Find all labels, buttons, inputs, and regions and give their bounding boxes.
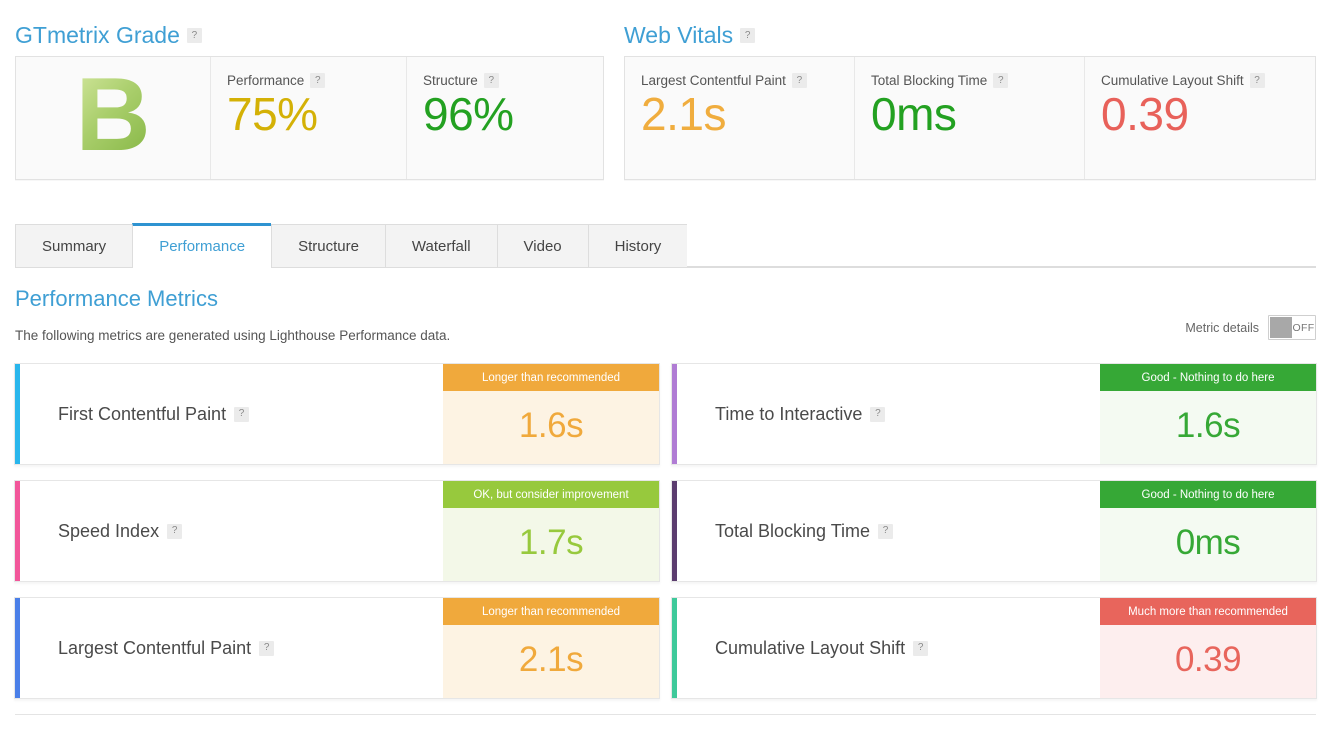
- page-title: Performance Metrics: [15, 286, 218, 311]
- tab-summary[interactable]: Summary: [15, 224, 133, 267]
- tab-history[interactable]: History: [587, 224, 688, 267]
- metric-value: 1.7s: [518, 523, 584, 562]
- toggle-knob: [1270, 317, 1292, 338]
- metric-result: OK, but consider improvement 1.7s: [443, 481, 659, 581]
- metric-label: First Contentful Paint: [58, 403, 227, 424]
- status-badge: Longer than recommended: [443, 598, 659, 625]
- metric-value: 1.6s: [518, 406, 584, 445]
- grade-letter-cell: B: [16, 57, 211, 179]
- metric-value: 1.6s: [1175, 406, 1241, 445]
- structure-score-cell: Structure ? 96%: [407, 57, 603, 179]
- help-icon[interactable]: ?: [167, 523, 183, 539]
- metric-details-toggle-wrap: Metric details OFF: [1185, 315, 1316, 340]
- gtmetrix-grade-heading: GTmetrix Grade ?: [15, 24, 202, 47]
- metric-label-row: Speed Index?: [20, 481, 443, 581]
- cls-vital-label-row: Cumulative Layout Shift ?: [1101, 73, 1315, 88]
- help-icon[interactable]: ?: [913, 640, 929, 656]
- performance-score-label-row: Performance ?: [227, 73, 406, 88]
- structure-score-label-row: Structure ?: [423, 73, 603, 88]
- scores-row: GTmetrix Grade ? Web Vitals ? B Performa…: [0, 24, 1331, 190]
- tab-bar-filler: [687, 224, 1316, 267]
- report-tabs: Summary Performance Structure Waterfall Vide…: [15, 223, 1316, 268]
- performance-metric-cards: First Contentful Paint? Longer than recom…: [14, 363, 1317, 699]
- metric-label-row: Cumulative Layout Shift?: [677, 598, 1100, 698]
- web-vitals-panel: Largest Contentful Paint ? 2.1s Total Bl…: [624, 56, 1316, 180]
- web-vitals-title: Web Vitals: [624, 22, 734, 48]
- web-vitals-heading: Web Vitals ?: [624, 22, 756, 48]
- metric-label: Cumulative Layout Shift: [715, 637, 906, 658]
- help-icon[interactable]: ?: [483, 73, 499, 88]
- metric-result: Longer than recommended 2.1s: [443, 598, 659, 698]
- metric-card-cumulative-layout-shift[interactable]: Cumulative Layout Shift? Much more than r…: [671, 597, 1317, 699]
- tbt-vital-value: 0ms: [871, 88, 957, 140]
- status-badge: Much more than recommended: [1100, 598, 1316, 625]
- help-icon[interactable]: ?: [870, 406, 886, 422]
- status-badge: OK, but consider improvement: [443, 481, 659, 508]
- metric-card-largest-contentful-paint[interactable]: Largest Contentful Paint? Longer than rec…: [14, 597, 660, 699]
- tab-video[interactable]: Video: [496, 224, 588, 267]
- help-icon[interactable]: ?: [740, 28, 756, 43]
- performance-metrics-description: The following metrics are generated usin…: [15, 328, 451, 343]
- metric-card-first-contentful-paint[interactable]: First Contentful Paint? Longer than recom…: [14, 363, 660, 465]
- cls-vital-value: 0.39: [1101, 88, 1189, 140]
- lcp-vital-label: Largest Contentful Paint: [641, 73, 786, 88]
- metric-card-time-to-interactive[interactable]: Time to Interactive? Good - Nothing to do…: [671, 363, 1317, 465]
- tab-waterfall[interactable]: Waterfall: [384, 224, 497, 267]
- metric-result: Good - Nothing to do here 0ms: [1100, 481, 1316, 581]
- performance-score-cell: Performance ? 75%: [211, 57, 407, 179]
- grade-letter: B: [75, 57, 151, 173]
- metric-details-toggle[interactable]: OFF: [1268, 315, 1316, 340]
- metric-label: Largest Contentful Paint: [58, 637, 252, 658]
- metric-label: Speed Index: [58, 520, 160, 541]
- metric-result: Longer than recommended 1.6s: [443, 364, 659, 464]
- status-badge: Longer than recommended: [443, 364, 659, 391]
- help-icon[interactable]: ?: [1249, 73, 1265, 88]
- metric-label-row: Time to Interactive?: [677, 364, 1100, 464]
- cls-vital-label: Cumulative Layout Shift: [1101, 73, 1244, 88]
- tbt-vital-label: Total Blocking Time: [871, 73, 988, 88]
- help-icon[interactable]: ?: [310, 73, 326, 88]
- lcp-vital-value: 2.1s: [641, 88, 726, 140]
- metric-label-row: Largest Contentful Paint?: [20, 598, 443, 698]
- status-badge: Good - Nothing to do here: [1100, 481, 1316, 508]
- performance-score-value: 75%: [227, 88, 318, 140]
- performance-metrics-heading: Performance Metrics: [15, 288, 218, 310]
- metric-label-row: Total Blocking Time?: [677, 481, 1100, 581]
- metric-label: Total Blocking Time: [715, 520, 871, 541]
- metric-label-row: First Contentful Paint?: [20, 364, 443, 464]
- cls-vital-cell: Cumulative Layout Shift ? 0.39: [1085, 57, 1315, 179]
- metric-details-label: Metric details: [1185, 320, 1259, 335]
- help-icon[interactable]: ?: [234, 406, 250, 422]
- performance-score-label: Performance: [227, 73, 305, 88]
- lcp-vital-label-row: Largest Contentful Paint ?: [641, 73, 854, 88]
- tab-structure[interactable]: Structure: [271, 224, 385, 267]
- metric-result: Much more than recommended 0.39: [1100, 598, 1316, 698]
- metric-card-total-blocking-time[interactable]: Total Blocking Time? Good - Nothing to do…: [671, 480, 1317, 582]
- metric-value: 0.39: [1174, 640, 1242, 679]
- gtmetrix-report-page: GTmetrix Grade ? Web Vitals ? B Performa…: [0, 0, 1331, 732]
- help-icon[interactable]: ?: [259, 640, 275, 656]
- gtmetrix-grade-title: GTmetrix Grade: [15, 22, 180, 48]
- help-icon[interactable]: ?: [993, 73, 1009, 88]
- toggle-state-text: OFF: [1292, 321, 1315, 334]
- gtmetrix-grade-panel: B Performance ? 75% Structure ? 96%: [15, 56, 604, 180]
- metric-card-speed-index[interactable]: Speed Index? OK, but consider improvement…: [14, 480, 660, 582]
- metric-result: Good - Nothing to do here 1.6s: [1100, 364, 1316, 464]
- metric-value: 0ms: [1175, 523, 1241, 562]
- lcp-vital-cell: Largest Contentful Paint ? 2.1s: [625, 57, 855, 179]
- structure-score-label: Structure: [423, 73, 478, 88]
- help-icon[interactable]: ?: [878, 523, 894, 539]
- tab-performance[interactable]: Performance: [132, 223, 272, 268]
- help-icon[interactable]: ?: [791, 73, 807, 88]
- status-badge: Good - Nothing to do here: [1100, 364, 1316, 391]
- metric-value: 2.1s: [518, 640, 584, 679]
- section-divider: [15, 714, 1316, 715]
- tbt-vital-label-row: Total Blocking Time ?: [871, 73, 1084, 88]
- tbt-vital-cell: Total Blocking Time ? 0ms: [855, 57, 1085, 179]
- help-icon[interactable]: ?: [186, 28, 202, 43]
- structure-score-value: 96%: [423, 88, 514, 140]
- metric-label: Time to Interactive: [715, 403, 863, 424]
